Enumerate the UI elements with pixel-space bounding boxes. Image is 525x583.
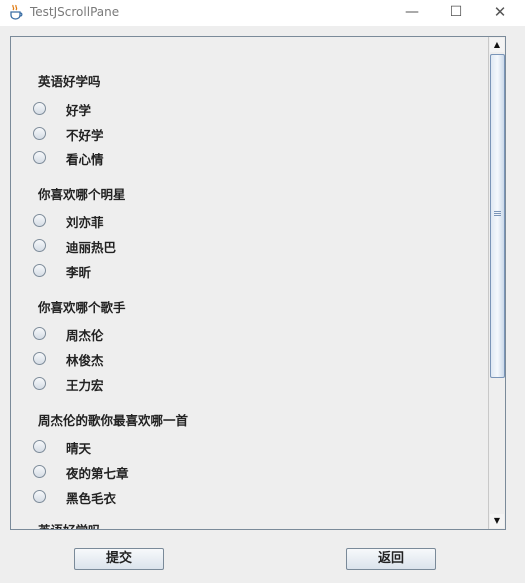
option-label: 看心情 — [66, 152, 104, 167]
option-label: 黑色毛衣 — [66, 491, 117, 506]
option-label: 夜的第七章 — [66, 466, 129, 481]
radio-button[interactable] — [33, 127, 46, 140]
option-label: 不好学 — [66, 128, 104, 143]
submit-button[interactable]: 提交 — [74, 548, 164, 570]
scroll-up-arrow-icon[interactable]: ▲ — [490, 38, 504, 52]
question-title: 你喜欢哪个歌手 — [38, 300, 126, 315]
scroll-thumb[interactable] — [490, 54, 505, 378]
radio-button[interactable] — [33, 465, 46, 478]
radio-button[interactable] — [33, 102, 46, 115]
maximize-icon[interactable]: ☐ — [436, 0, 476, 26]
option-label: 李昕 — [66, 265, 92, 280]
scroll-down-arrow-icon[interactable]: ▼ — [490, 514, 504, 528]
scroll-viewport: 英语好学吗 好学 不好学 看心情 你喜欢哪个明星 刘亦菲 迪丽热巴 李昕 你喜欢… — [11, 37, 488, 529]
radio-button[interactable] — [33, 327, 46, 340]
window-title: TestJScrollPane — [30, 5, 120, 19]
close-icon[interactable]: ✕ — [480, 0, 520, 26]
radio-button[interactable] — [33, 239, 46, 252]
radio-button[interactable] — [33, 264, 46, 277]
radio-button[interactable] — [33, 490, 46, 503]
vertical-scrollbar[interactable]: ▲ ▼ — [488, 37, 505, 529]
minimize-icon[interactable]: — — [392, 0, 432, 26]
radio-button[interactable] — [33, 352, 46, 365]
radio-button[interactable] — [33, 214, 46, 227]
option-label: 迪丽热巴 — [66, 240, 117, 255]
question-title: 你喜欢哪个明星 — [38, 187, 126, 202]
radio-button[interactable] — [33, 151, 46, 164]
option-label: 晴天 — [66, 441, 92, 456]
option-label: 王力宏 — [66, 378, 104, 393]
java-coffee-cup-icon — [10, 4, 23, 20]
question-title: 英语好学吗 — [38, 74, 101, 89]
back-button[interactable]: 返回 — [346, 548, 436, 570]
option-label: 周杰伦 — [66, 328, 104, 343]
option-label: 林俊杰 — [66, 353, 104, 368]
option-label: 好学 — [66, 103, 92, 118]
radio-button[interactable] — [33, 440, 46, 453]
question-title: 英语好学吗 — [38, 520, 101, 529]
grip-icon — [494, 211, 501, 217]
title-bar[interactable]: TestJScrollPane — ☐ ✕ — [0, 0, 525, 26]
question-title: 周杰伦的歌你最喜欢哪一首 — [38, 413, 189, 428]
option-label: 刘亦菲 — [66, 215, 104, 230]
scroll-pane[interactable]: 英语好学吗 好学 不好学 看心情 你喜欢哪个明星 刘亦菲 迪丽热巴 李昕 你喜欢… — [10, 36, 506, 530]
radio-button[interactable] — [33, 377, 46, 390]
